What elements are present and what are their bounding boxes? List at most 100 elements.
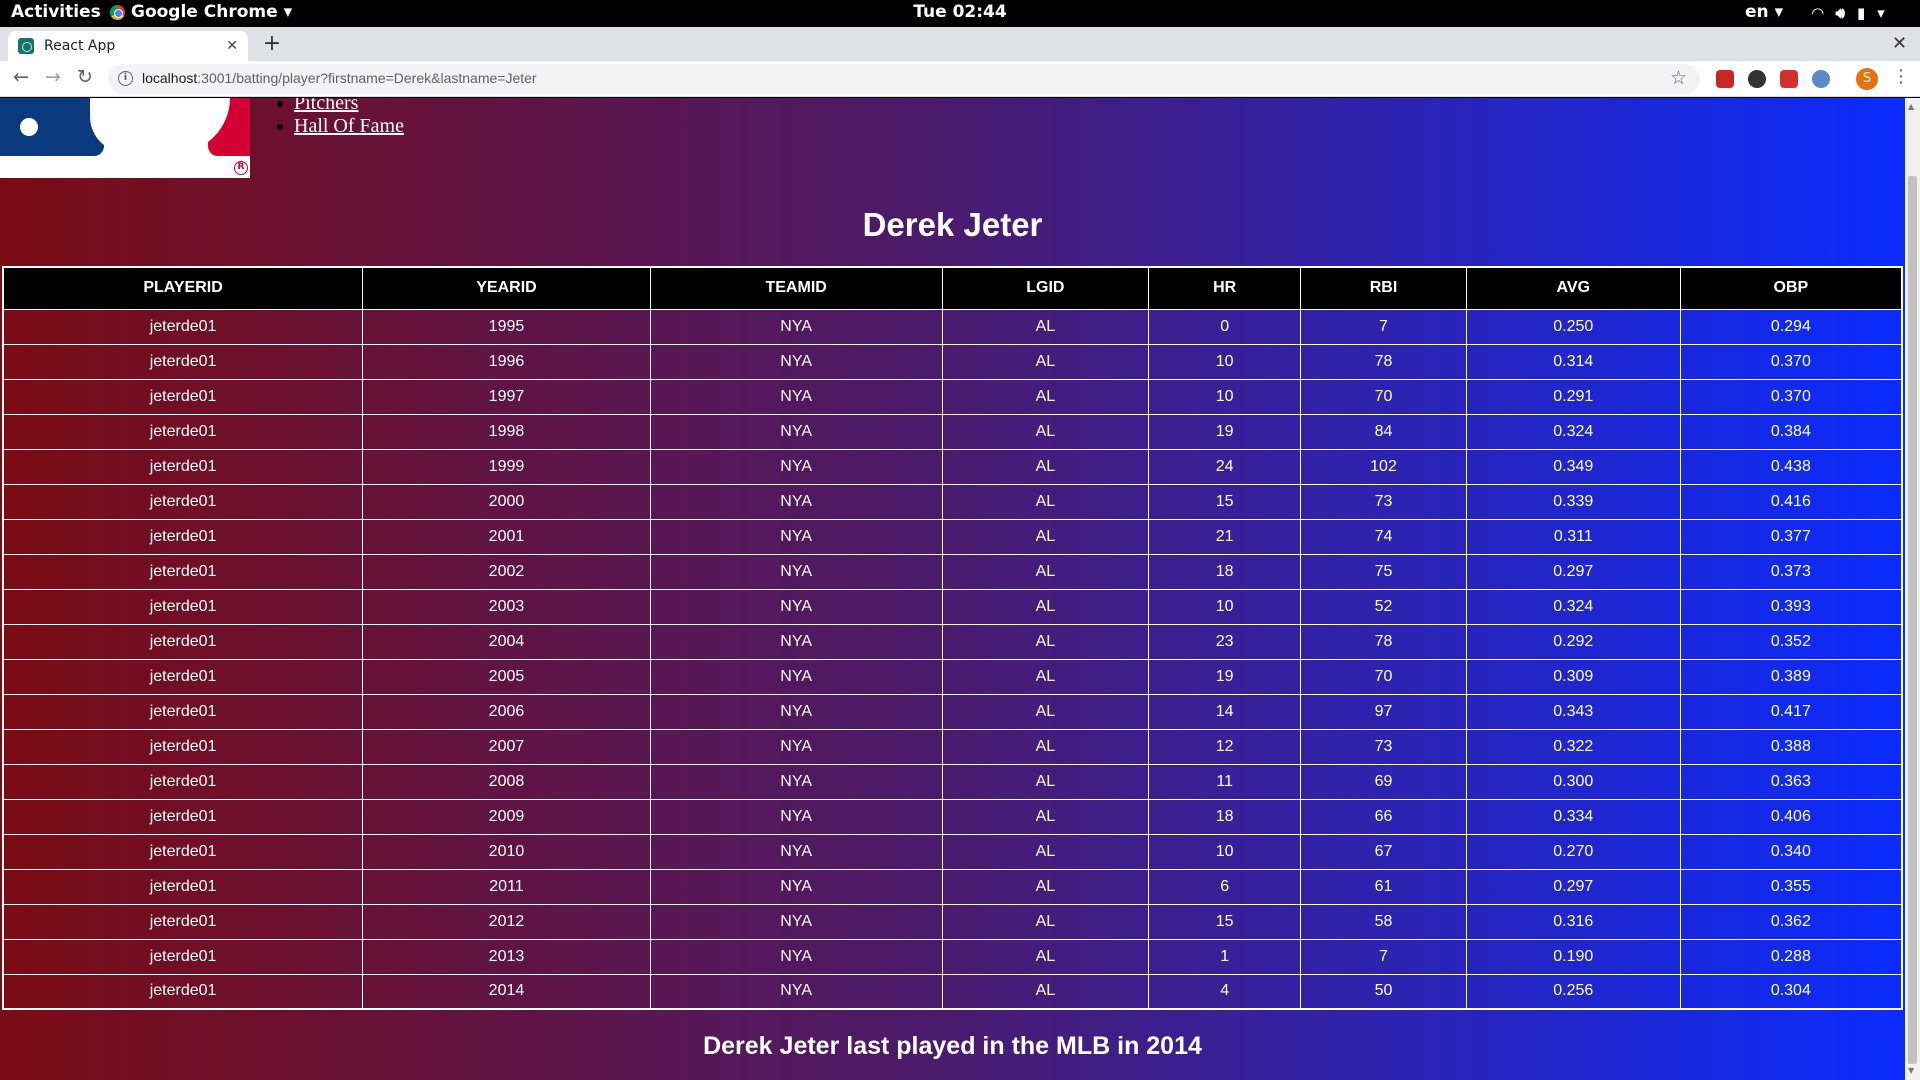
site-info-icon[interactable]: i (118, 71, 133, 86)
table-cell: 0.309 (1465, 658, 1681, 695)
table-cell: 75 (1300, 553, 1467, 590)
table-cell: jeterde01 (2, 763, 364, 800)
table-cell: 69 (1300, 763, 1467, 800)
forward-arrow-icon[interactable]: → (41, 66, 65, 88)
battery-icon: ▮ (1857, 4, 1866, 22)
scroll-up-arrow-icon[interactable]: ▲ (1908, 102, 1914, 111)
table-cell: AL (941, 308, 1150, 345)
table-cell: AL (941, 693, 1150, 730)
table-cell: 52 (1300, 588, 1467, 625)
table-cell: 0.388 (1679, 728, 1903, 765)
table-cell: 11 (1148, 763, 1302, 800)
table-cell: AL (941, 798, 1150, 835)
table-cell: NYA (649, 343, 943, 380)
close-tab-icon[interactable]: ✕ (226, 38, 238, 54)
table-cell: 2007 (362, 728, 651, 765)
nav-link-pitchers[interactable]: Pitchers (294, 98, 358, 114)
table-cell: 7 (1300, 308, 1467, 345)
nav-link-hall-of-fame[interactable]: Hall Of Fame (294, 115, 404, 137)
table-cell: 1996 (362, 343, 651, 380)
table-cell: AL (941, 518, 1150, 555)
bookmark-star-icon[interactable]: ☆ (1670, 67, 1687, 89)
table-row: jeterde01 2014 NYA AL 4 50 0.256 0.304 (2, 973, 1903, 1010)
new-tab-button[interactable]: + (260, 31, 284, 56)
table-cell: AL (941, 378, 1150, 415)
table-cell: AL (941, 553, 1150, 590)
column-header: PLAYERID (2, 266, 364, 310)
table-cell: 18 (1148, 553, 1302, 590)
table-cell: 0.384 (1679, 413, 1903, 450)
table-cell: 2002 (362, 553, 651, 590)
player-name-heading: Derek Jeter (862, 206, 1043, 243)
table-cell: 78 (1300, 623, 1467, 660)
chrome-menu-icon[interactable]: ⋮ (1892, 66, 1910, 87)
app-menu[interactable]: Google Chrome ▾ (110, 2, 292, 22)
column-header: OBP (1679, 266, 1903, 310)
table-cell: jeterde01 (2, 903, 364, 940)
column-header: LGID (941, 266, 1150, 310)
clock[interactable]: Tue 02:44 (913, 2, 1006, 22)
browser-tab[interactable]: React App ✕ (8, 31, 248, 61)
table-cell: AL (941, 833, 1150, 870)
url-host: localhost (142, 70, 198, 86)
table-cell: 0.377 (1679, 518, 1903, 555)
scroll-down-arrow-icon[interactable]: ▼ (1908, 1066, 1914, 1075)
page-scrollbar[interactable]: ▲ ▼ (1905, 98, 1920, 1080)
table-cell: 10 (1148, 588, 1302, 625)
table-cell: 70 (1300, 658, 1467, 695)
browser-toolbar: ← → ↻ i localhost:3001/batting/player?fi… (0, 61, 1920, 97)
extension-icon[interactable] (1812, 70, 1830, 88)
system-status-menu[interactable]: ◠ 🔊︎ ▮ ▾ (1812, 4, 1885, 22)
profile-avatar[interactable]: S (1856, 68, 1878, 90)
system-top-bar: Activities Google Chrome ▾ Tue 02:44 en … (0, 0, 1920, 27)
table-cell: NYA (649, 483, 943, 520)
table-cell: NYA (649, 938, 943, 975)
table-cell: 73 (1300, 728, 1467, 765)
table-cell: NYA (649, 728, 943, 765)
table-cell: NYA (649, 658, 943, 695)
table-cell: 18 (1148, 798, 1302, 835)
table-cell: 0 (1148, 308, 1302, 345)
back-arrow-icon[interactable]: ← (9, 66, 33, 88)
activities-button[interactable]: Activities (11, 2, 101, 22)
table-cell: 2004 (362, 623, 651, 660)
table-cell: jeterde01 (2, 588, 364, 625)
table-cell: NYA (649, 378, 943, 415)
table-cell: AL (941, 623, 1150, 660)
scrollbar-thumb[interactable] (1908, 176, 1917, 1064)
table-cell: 0.406 (1679, 798, 1903, 835)
baseball-icon (20, 118, 38, 136)
table-cell: jeterde01 (2, 973, 364, 1010)
table-row: jeterde01 1996 NYA AL 10 78 0.314 0.370 (2, 343, 1903, 380)
extension-icon[interactable] (1780, 70, 1798, 88)
table-cell: 1998 (362, 413, 651, 450)
table-cell: 19 (1148, 413, 1302, 450)
close-window-icon[interactable]: ✕ (1892, 33, 1907, 54)
table-cell: AL (941, 588, 1150, 625)
table-cell: NYA (649, 448, 943, 485)
table-cell: jeterde01 (2, 693, 364, 730)
mlb-logo: R (0, 98, 250, 178)
table-cell: 23 (1148, 623, 1302, 660)
language-selector[interactable]: en ▾ (1745, 2, 1783, 22)
table-cell: 0.291 (1465, 378, 1681, 415)
table-cell: jeterde01 (2, 483, 364, 520)
url-text[interactable]: localhost:3001/batting/player?firstname=… (142, 70, 537, 86)
table-cell: NYA (649, 553, 943, 590)
reload-icon[interactable]: ↻ (73, 66, 97, 88)
extension-icon[interactable] (1748, 70, 1766, 88)
table-cell: 0.297 (1465, 553, 1681, 590)
table-cell: jeterde01 (2, 658, 364, 695)
table-cell: 19 (1148, 658, 1302, 695)
table-cell: 10 (1148, 378, 1302, 415)
address-bar[interactable]: i localhost:3001/batting/player?firstnam… (108, 64, 1700, 94)
tab-title: React App (44, 38, 116, 54)
table-cell: NYA (649, 973, 943, 1010)
column-header: TEAMID (649, 266, 943, 310)
ublock-extension-icon[interactable] (1716, 70, 1734, 88)
table-cell: 0.270 (1465, 833, 1681, 870)
language-label: en (1745, 2, 1769, 22)
table-cell: 73 (1300, 483, 1467, 520)
table-cell: 74 (1300, 518, 1467, 555)
table-cell: 0.349 (1465, 448, 1681, 485)
